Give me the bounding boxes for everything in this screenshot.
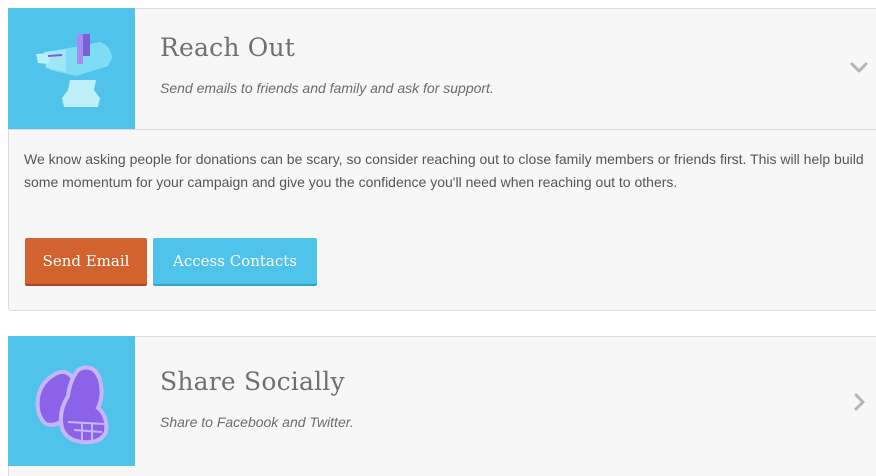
reach-out-thumbnail (8, 8, 135, 129)
mailbox-icon (36, 34, 112, 107)
share-socially-thumbnail (8, 336, 135, 466)
chevron-down-icon[interactable] (848, 56, 870, 78)
chevron-right-icon[interactable] (848, 391, 870, 413)
share-socially-title: Share Socially (160, 367, 345, 396)
access-contacts-button[interactable]: Access Contacts (153, 238, 317, 284)
share-socially-subtitle: Share to Facebook and Twitter. (160, 414, 354, 430)
send-email-button[interactable]: Send Email (25, 238, 147, 284)
reach-out-description: We know asking people for donations can … (24, 151, 864, 190)
reach-out-subtitle: Send emails to friends and family and as… (160, 80, 494, 96)
reach-out-title: Reach Out (160, 33, 296, 62)
share-socially-card[interactable]: Share Socially Share to Facebook and Twi… (8, 336, 876, 476)
reach-out-card: Reach Out Send emails to friends and fam… (8, 8, 876, 311)
reach-out-header[interactable]: Reach Out Send emails to friends and fam… (8, 8, 876, 129)
share-socially-header[interactable]: Share Socially Share to Facebook and Twi… (8, 336, 876, 466)
butterfly-icon (35, 365, 109, 445)
card-divider (9, 129, 876, 130)
